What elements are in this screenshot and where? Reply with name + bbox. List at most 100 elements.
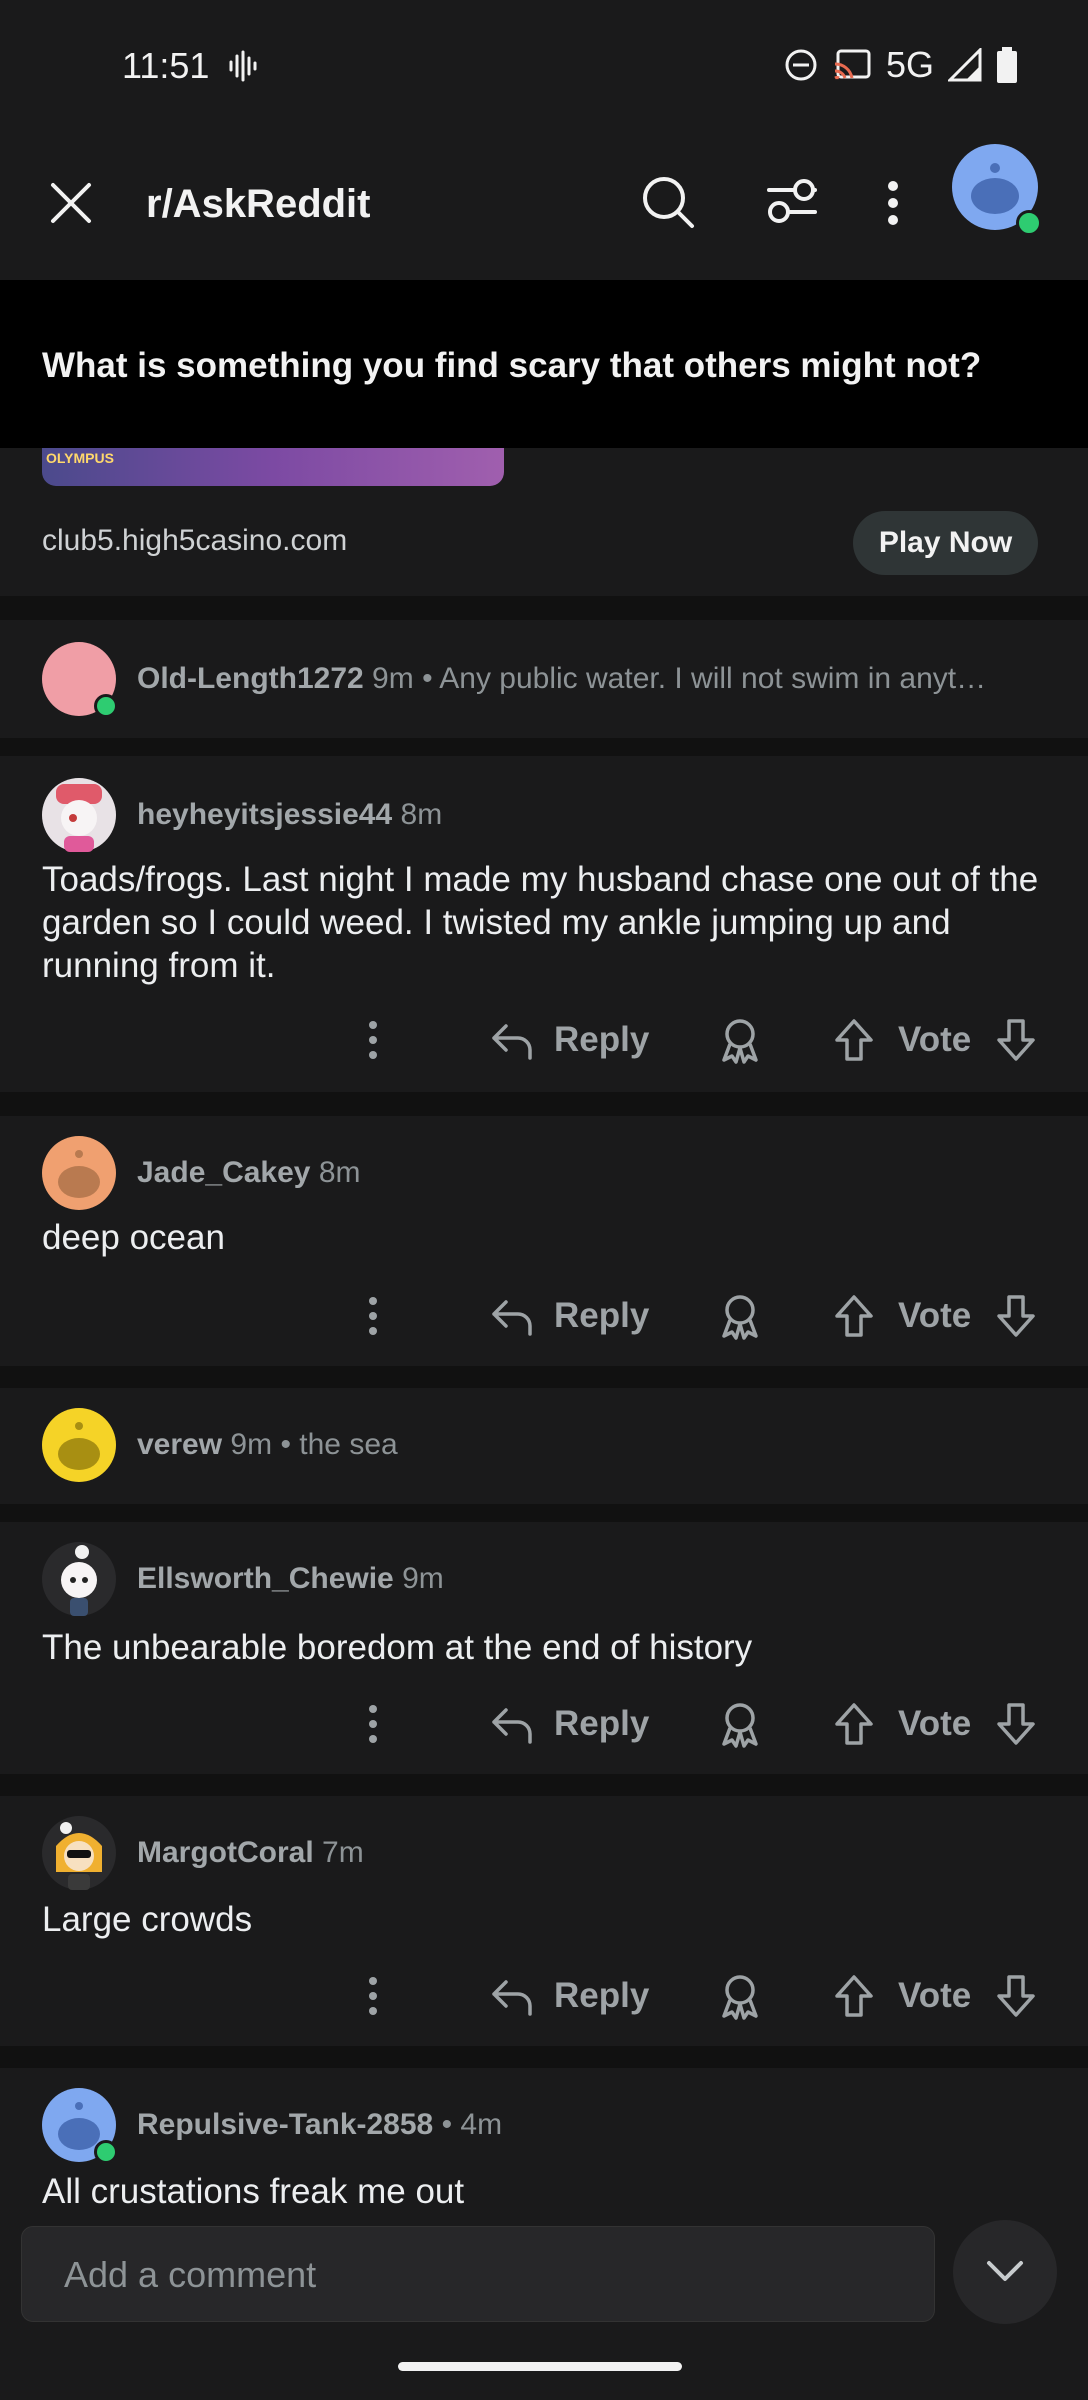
comment-body: Toads/frogs. Last night I made my husban… [42, 860, 1039, 985]
post-title: What is something you find scary that ot… [42, 346, 982, 385]
online-indicator [94, 694, 118, 718]
comment-preview: • the sea [280, 1428, 398, 1461]
divider [0, 596, 1088, 620]
online-indicator [1016, 210, 1042, 236]
comment: heyheyitsjessie44 8m Toads/frogs. Last n… [0, 756, 1088, 1092]
comment-body: The unbearable boredom at the end of his… [42, 1628, 753, 1667]
upvote-icon[interactable] [834, 1294, 874, 1338]
app-header: r/AskReddit [0, 130, 1088, 280]
voice-recorder-icon [229, 50, 257, 82]
comment-body: All crustations freak me out [42, 2172, 465, 2211]
comment-username[interactable]: Old-Length1272 [137, 662, 364, 695]
avatar [42, 1408, 116, 1482]
comment-time: 8m [318, 1156, 361, 1189]
downvote-icon[interactable] [996, 1294, 1036, 1338]
award-icon[interactable] [718, 1294, 762, 1340]
promoted-ad: OLYMPUS club5.high5casino.com Play Now [0, 448, 1088, 596]
comment-username[interactable]: heyheyitsjessie44 [137, 798, 392, 831]
reply-icon[interactable] [490, 1978, 534, 2018]
reply-button[interactable]: Reply [554, 1296, 649, 1336]
divider [0, 1092, 1088, 1116]
reply-icon[interactable] [490, 1706, 534, 1746]
chevron-down-icon [987, 2261, 1023, 2281]
comment-username[interactable]: verew [137, 1428, 222, 1461]
comment-time: 7m [322, 1836, 364, 1869]
comment: Jade_Cakey 8m deep ocean Reply Vote [0, 1116, 1088, 1366]
comment-time: 8m [400, 798, 443, 831]
comment-actions: Reply Vote [0, 1696, 1088, 1756]
comment-time: 9m [372, 662, 414, 695]
collapsed-comment[interactable]: Old-Length1272 9m • Any public water. I … [0, 620, 1088, 738]
award-icon[interactable] [718, 1018, 762, 1064]
comment-time: 9m [230, 1428, 273, 1461]
vote-count: Vote [898, 1976, 972, 2015]
avatar-art-icon [61, 1545, 97, 1616]
vote-count: Vote [898, 1296, 972, 1335]
ad-domain[interactable]: club5.high5casino.com [42, 524, 347, 558]
reply-icon[interactable] [490, 1022, 534, 1062]
status-bar: 11:51 5G [0, 0, 1088, 130]
reply-button[interactable]: Reply [554, 1704, 649, 1744]
reply-icon[interactable] [490, 1298, 534, 1338]
comment-username[interactable]: Ellsworth_Chewie [137, 1562, 394, 1595]
comment-preview: • Any public water. I will not swim in a… [422, 662, 987, 695]
comment-body: Large crowds [42, 1900, 253, 1939]
reply-button[interactable]: Reply [554, 1020, 649, 1060]
avatar[interactable] [42, 1542, 116, 1616]
downvote-icon[interactable] [996, 1018, 1036, 1062]
cast-icon [834, 49, 871, 80]
ad-image-text: OLYMPUS [46, 450, 114, 466]
comment-body: deep ocean [42, 1218, 225, 1257]
downvote-icon[interactable] [996, 1702, 1036, 1746]
upvote-icon[interactable] [834, 1702, 874, 1746]
more-options-icon[interactable] [368, 1020, 378, 1060]
add-comment-input[interactable] [62, 2227, 926, 2323]
online-indicator [94, 2140, 118, 2164]
comment-username[interactable]: MargotCoral [137, 1836, 314, 1869]
upvote-icon[interactable] [834, 1018, 874, 1062]
comment-username[interactable]: Jade_Cakey [137, 1156, 310, 1189]
snoo-icon [58, 1422, 100, 1470]
more-options-icon[interactable] [368, 1976, 378, 2016]
battery-icon [997, 47, 1017, 83]
comment-composer [21, 2226, 935, 2323]
scroll-down-button[interactable] [953, 2220, 1057, 2324]
award-icon[interactable] [718, 1974, 762, 2020]
home-indicator[interactable] [398, 2362, 682, 2371]
avatar[interactable] [42, 2088, 118, 2164]
upvote-icon[interactable] [834, 1974, 874, 2018]
snoo-icon [58, 1150, 100, 1198]
subreddit-title[interactable]: r/AskReddit [146, 182, 371, 227]
sort-filter-icon[interactable] [766, 176, 818, 226]
ad-image[interactable]: OLYMPUS [42, 448, 504, 486]
collapsed-comment[interactable]: verew 9m • the sea [0, 1388, 1088, 1504]
search-icon[interactable] [640, 174, 696, 230]
comment-actions: Reply Vote [0, 1012, 1088, 1072]
close-icon[interactable] [48, 180, 94, 226]
avatar[interactable] [42, 1816, 116, 1890]
vote-count: Vote [898, 1704, 972, 1743]
comment-actions: Reply Vote [0, 1288, 1088, 1348]
comment-username[interactable]: Repulsive-Tank-2858 [137, 2108, 433, 2141]
divider [0, 738, 1088, 756]
more-options-icon[interactable] [368, 1704, 378, 1744]
comment: Ellsworth_Chewie 9m The unbearable bored… [0, 1522, 1088, 1774]
more-options-icon[interactable] [886, 180, 900, 226]
divider [0, 1366, 1088, 1388]
status-icons: 5G [784, 44, 1018, 86]
comment-time: 9m [402, 1562, 444, 1595]
avatar-art-icon [56, 1822, 102, 1890]
divider [0, 2046, 1088, 2068]
award-icon[interactable] [718, 1702, 762, 1748]
vote-count: Vote [898, 1020, 972, 1059]
avatar[interactable] [42, 778, 116, 852]
divider [0, 1504, 1088, 1522]
comment-time: • 4m [441, 2108, 503, 2141]
network-type: 5G [885, 44, 934, 85]
post-title-bar: What is something you find scary that ot… [0, 280, 1088, 448]
play-now-button[interactable]: Play Now [853, 511, 1038, 575]
more-options-icon[interactable] [368, 1296, 378, 1336]
avatar[interactable] [42, 1136, 116, 1210]
downvote-icon[interactable] [996, 1974, 1036, 2018]
reply-button[interactable]: Reply [554, 1976, 649, 2016]
